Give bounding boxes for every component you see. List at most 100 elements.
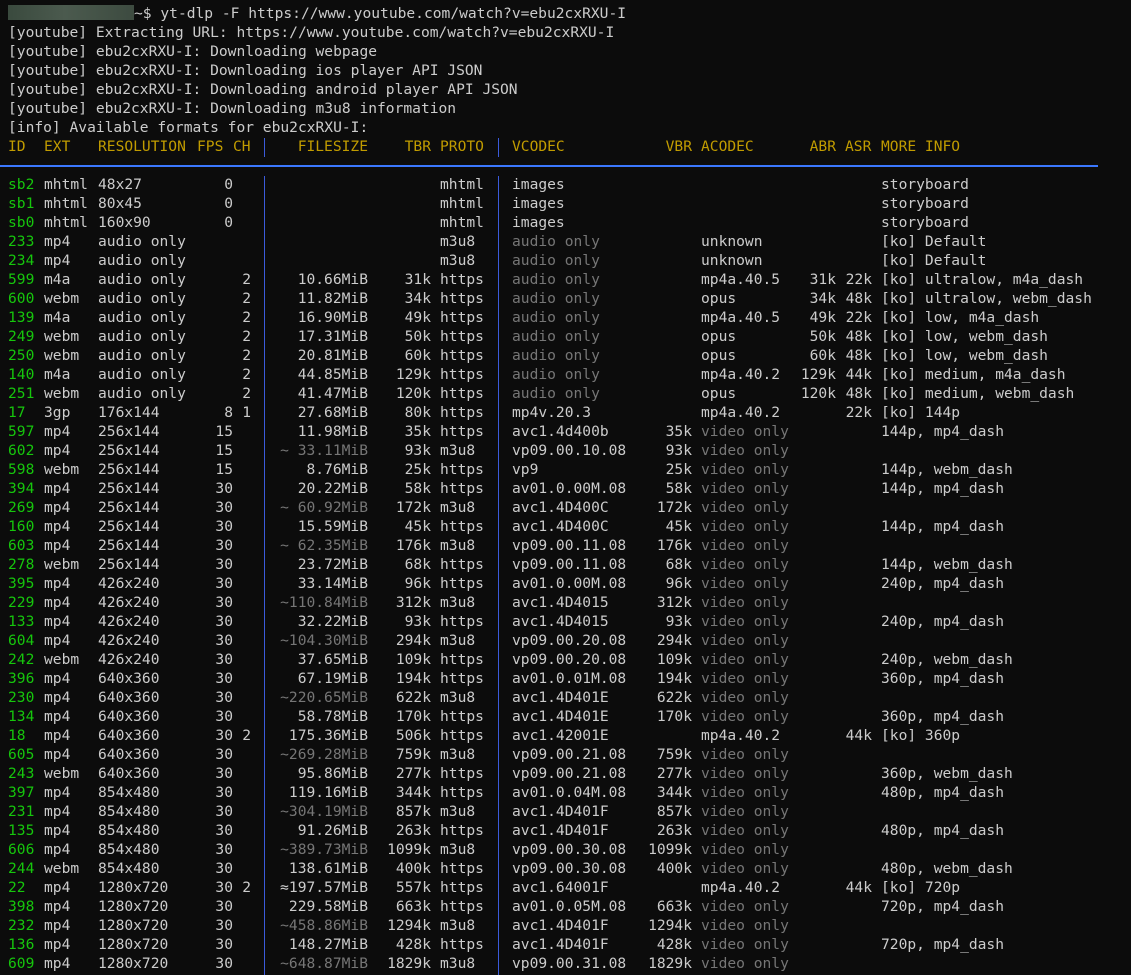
format-row: 230 mp4 640x360 30 ~220.65MiB 622k m3u8 avc1.4D… — [8, 688, 1131, 707]
cell-asr: 44k — [845, 879, 872, 896]
cell-tbr: 294k — [395, 632, 431, 649]
cell-res: audio only — [98, 233, 186, 250]
cell-info: 720p, mp4_dash — [881, 936, 1005, 953]
cell-vcodec: audio only — [512, 233, 600, 250]
cell-info: [ko] ultralow, webm_dash — [881, 290, 1092, 307]
header-separator — [498, 138, 499, 157]
cell-acodec: video only — [701, 499, 789, 516]
cell-ext: mp4 — [44, 537, 71, 554]
cell-proto: https — [440, 271, 484, 288]
cell-info: 144p, mp4_dash — [881, 518, 1005, 535]
cell-ext: mp4 — [44, 841, 71, 858]
cell-vcodec: avc1.42001E — [512, 727, 609, 744]
cell-tbr: 1294k — [387, 917, 431, 934]
cell-fps: 30 — [215, 689, 233, 706]
format-row: 136 mp4 1280x720 30 148.27MiB 428k https avc1.4… — [8, 935, 1131, 954]
cell-fps: 15 — [215, 423, 233, 440]
cell-info: [ko] 360p — [881, 727, 961, 744]
cell-info: [ko] low, m4a_dash — [881, 309, 1040, 326]
cell-id: 609 — [8, 955, 35, 972]
cell-proto: https — [440, 347, 484, 364]
cell-fps: 30 — [215, 746, 233, 763]
cell-ext: mp4 — [44, 917, 71, 934]
cell-tbr: 506k — [395, 727, 431, 744]
cell-ext: mp4 — [44, 803, 71, 820]
terminal-window[interactable]: { "prompt": { "symbol": "~$", "command":… — [0, 0, 1131, 975]
format-row: 597 mp4 256x144 15 11.98MiB 35k https avc1.4d40… — [8, 422, 1131, 441]
format-row: 251 webm audio only 2 41.47MiB 120k https audio… — [8, 384, 1131, 403]
cell-ext: mp4 — [44, 727, 71, 744]
cell-fps: 30 — [215, 651, 233, 668]
cell-proto: m3u8 — [440, 841, 476, 858]
cell-acodec: video only — [701, 784, 789, 801]
cell-acodec: video only — [701, 689, 789, 706]
cell-proto: m3u8 — [440, 955, 476, 972]
cell-ext: mp4 — [44, 784, 71, 801]
cell-proto: https — [440, 784, 484, 801]
cell-vbr: 170k — [656, 708, 692, 725]
cell-vbr: 25k — [665, 461, 692, 478]
cell-fps: 30 — [215, 480, 233, 497]
header-vcodec: VCODEC — [512, 138, 565, 155]
cell-proto: https — [440, 708, 484, 725]
cell-proto: https — [440, 556, 484, 573]
cell-proto: m3u8 — [440, 252, 476, 269]
format-row: 278 webm 256x144 30 23.72MiB 68k https vp09.00.… — [8, 555, 1131, 574]
cell-tbr: 93k — [404, 613, 431, 630]
cell-ext: webm — [44, 385, 80, 402]
cell-proto: m3u8 — [440, 632, 476, 649]
cell-id: 22 — [8, 879, 26, 896]
cell-acodec: video only — [701, 556, 789, 573]
cell-tbr: 45k — [404, 518, 431, 535]
cell-ext: webm — [44, 461, 80, 478]
cell-proto: https — [440, 385, 484, 402]
cell-fps: 30 — [215, 917, 233, 934]
terminal-output: ~$ yt-dlp -F https://www.youtube.com/wat… — [8, 4, 1131, 973]
cell-proto: https — [440, 822, 484, 839]
cell-id: 250 — [8, 347, 35, 364]
header-ch: CH — [233, 138, 251, 155]
cell-vbr: 857k — [656, 803, 692, 820]
cell-ext: webm — [44, 290, 80, 307]
cell-ch: 2 — [242, 366, 251, 383]
cell-vcodec: mp4v.20.3 — [512, 404, 592, 421]
cell-info: 240p, webm_dash — [881, 651, 1013, 668]
cell-info: 144p, webm_dash — [881, 556, 1013, 573]
format-table-header: ID EXT RESOLUTION FPS CH FILESIZE TBR PR… — [8, 137, 1131, 156]
format-row: 606 mp4 854x480 30 ~389.73MiB 1099k m3u8 vp09.0… — [8, 840, 1131, 859]
cell-tbr: 1829k — [387, 955, 431, 972]
cell-vcodec: avc1.64001F — [512, 879, 609, 896]
cell-proto: https — [440, 613, 484, 630]
cell-id: 231 — [8, 803, 35, 820]
cell-acodec: video only — [701, 936, 789, 953]
cell-ext: mp4 — [44, 442, 71, 459]
format-row: 394 mp4 256x144 30 20.22MiB 58k https av01.0.00… — [8, 479, 1131, 498]
cell-ch: 2 — [242, 290, 251, 307]
cell-acodec: unknown — [701, 233, 763, 250]
column-separator — [498, 176, 499, 975]
cell-id: 597 — [8, 423, 35, 440]
cell-ext: mp4 — [44, 423, 71, 440]
cell-ext: webm — [44, 860, 80, 877]
cell-info: [ko] 144p — [881, 404, 961, 421]
cell-tbr: 25k — [404, 461, 431, 478]
format-row: 18 mp4 640x360 30 2 175.36MiB 506k https avc1.42… — [8, 726, 1131, 745]
cell-ext: mp4 — [44, 746, 71, 763]
header-vbr: VBR — [665, 138, 692, 155]
format-row: 244 webm 854x480 30 138.61MiB 400k https vp09.0… — [8, 859, 1131, 878]
cell-fps: 30 — [215, 670, 233, 687]
cell-info: [ko] low, webm_dash — [881, 328, 1048, 345]
cell-acodec: video only — [701, 841, 789, 858]
cell-id: 134 — [8, 708, 35, 725]
cell-ext: mp4 — [44, 499, 71, 516]
cell-fps: 30 — [215, 841, 233, 858]
cell-vcodec: audio only — [512, 385, 600, 402]
cell-id: 233 — [8, 233, 35, 250]
cell-id: 18 — [8, 727, 26, 744]
cell-id: 244 — [8, 860, 35, 877]
cell-ext: mp4 — [44, 822, 71, 839]
cell-ext: mp4 — [44, 632, 71, 649]
cell-id: 229 — [8, 594, 35, 611]
header-fps: FPS — [197, 138, 224, 155]
cell-proto: https — [440, 651, 484, 668]
